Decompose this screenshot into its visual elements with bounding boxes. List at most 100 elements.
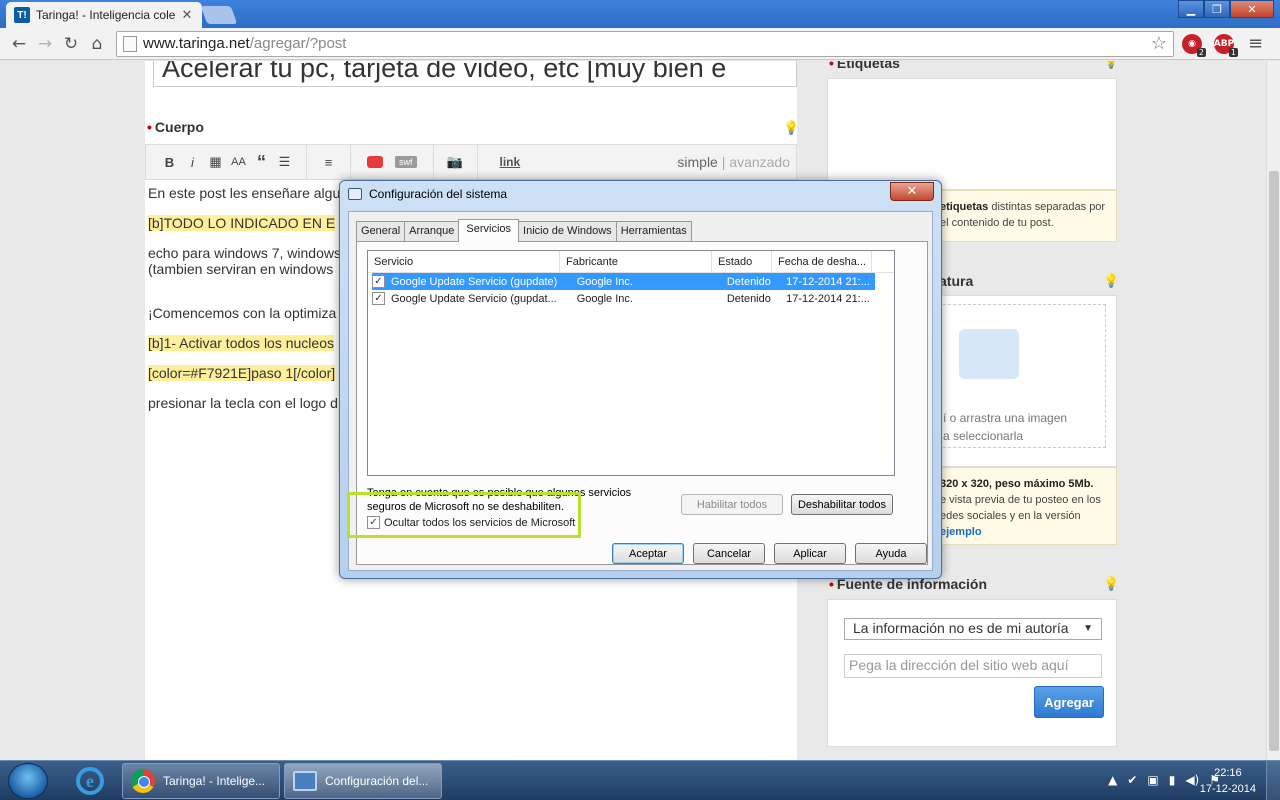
- dialog-close-button[interactable]: ✕: [890, 182, 934, 201]
- etiquetas-label: • Etiquetas: [829, 61, 900, 71]
- mode-advanced[interactable]: avanzado: [729, 154, 790, 170]
- clock-time: 22:16: [1214, 767, 1242, 779]
- extension-red-icon[interactable]: ◉ 2: [1178, 31, 1206, 57]
- service-date: 17-12-2014 21:...: [786, 292, 870, 305]
- example-link[interactable]: ejemplo: [940, 526, 982, 538]
- services-header: Servicio Fabricante Estado Fecha de desh…: [368, 251, 894, 273]
- reload-icon[interactable]: ↻: [58, 31, 84, 57]
- internet-explorer-icon[interactable]: e: [62, 763, 118, 799]
- adblock-badge-count: 1: [1228, 47, 1238, 57]
- taringa-favicon-icon: T!: [14, 7, 30, 23]
- service-row[interactable]: ✓ Google Update Servicio (gupdate) Googl…: [372, 273, 875, 290]
- service-checkbox[interactable]: ✓: [372, 275, 385, 288]
- new-tab-button[interactable]: [200, 6, 238, 24]
- agregar-button[interactable]: Agregar: [1034, 686, 1104, 718]
- camera-icon[interactable]: 📷: [444, 154, 467, 170]
- window-close-button[interactable]: ✕: [1230, 0, 1274, 18]
- aplicar-button[interactable]: Aplicar: [774, 543, 846, 564]
- toolbar-divider: [350, 144, 351, 180]
- service-row[interactable]: ✓ Google Update Servicio (gupdat... Goog…: [372, 290, 875, 307]
- minimize-button[interactable]: ▁: [1178, 0, 1204, 18]
- align-icon[interactable]: ≡: [317, 155, 340, 170]
- service-checkbox[interactable]: ✓: [372, 292, 385, 305]
- column-estado[interactable]: Estado: [712, 251, 772, 272]
- editor-mode-toggle[interactable]: simple | avanzado: [677, 154, 790, 170]
- network-icon[interactable]: ▮: [1169, 773, 1176, 787]
- service-state: Detenido: [726, 275, 771, 288]
- service-name: Google Update Servicio (gupdate): [391, 275, 558, 288]
- ayuda-button[interactable]: Ayuda: [855, 543, 927, 564]
- tab-inicio-windows[interactable]: Inicio de Windows: [518, 221, 617, 241]
- tab-title: Taringa! - Inteligencia cole: [36, 8, 176, 22]
- tab-herramientas[interactable]: Herramientas: [615, 221, 692, 241]
- maximize-button[interactable]: ❐: [1204, 0, 1230, 18]
- etiquetas-input[interactable]: [827, 78, 1117, 190]
- bookmark-star-icon[interactable]: ☆: [1151, 33, 1167, 54]
- notification-icon[interactable]: ▲: [1108, 773, 1117, 787]
- fuente-hint-bulb-icon[interactable]: 💡: [1103, 577, 1119, 592]
- security-icon[interactable]: ✔: [1127, 773, 1137, 787]
- list-icon[interactable]: ☰: [273, 154, 296, 170]
- column-servicio[interactable]: Servicio: [368, 251, 560, 272]
- post-title-input[interactable]: Acelerar tu pc, tarjeta de video, etc [m…: [153, 61, 797, 87]
- disable-all-button[interactable]: Deshabilitar todos: [791, 494, 893, 515]
- show-desktop-button[interactable]: [1266, 761, 1280, 800]
- miniatura-hint-bulb-icon[interactable]: 💡: [1103, 274, 1119, 289]
- msconfig-icon: [348, 188, 362, 200]
- taskbar-msconfig-task[interactable]: Configuración del...: [284, 763, 442, 799]
- link-button[interactable]: link: [500, 155, 521, 169]
- dialog-tabs: General Arranque Servicios Inicio de Win…: [356, 219, 692, 242]
- cuerpo-hint-bulb-icon[interactable]: 💡: [783, 121, 799, 136]
- forward-icon[interactable]: →: [32, 31, 58, 57]
- device-icon[interactable]: ▣: [1147, 773, 1158, 787]
- tab-close-icon[interactable]: ✕: [180, 7, 194, 23]
- chrome-menu-icon[interactable]: ≡: [1248, 33, 1263, 54]
- youtube-icon[interactable]: [367, 156, 383, 168]
- volume-icon[interactable]: ◀): [1185, 773, 1199, 787]
- fuente-box: La información no es de mi autoría ▼ Pega…: [827, 599, 1117, 747]
- cuerpo-label: • Cuerpo: [147, 119, 204, 135]
- url-path: /agregar/?post: [249, 35, 347, 52]
- swf-button[interactable]: swf: [395, 156, 417, 168]
- tab-general[interactable]: General: [356, 221, 406, 241]
- source-url-input[interactable]: Pega la dirección del sitio web aquí: [844, 654, 1102, 678]
- column-fecha[interactable]: Fecha de desha...: [772, 251, 872, 272]
- window-controls: ▁ ❐ ✕: [1178, 0, 1274, 18]
- tab-arranque[interactable]: Arranque: [404, 221, 460, 241]
- taskbar-clock[interactable]: 22:16 17-12-2014: [1200, 765, 1256, 797]
- font-size-button[interactable]: AA: [227, 156, 250, 168]
- services-list[interactable]: Servicio Fabricante Estado Fecha de desh…: [367, 250, 895, 476]
- column-fabricante[interactable]: Fabricante: [560, 251, 712, 272]
- italic-button[interactable]: i: [181, 155, 204, 170]
- mode-simple[interactable]: simple: [677, 154, 717, 170]
- start-button[interactable]: [8, 763, 48, 799]
- page-scrollbar[interactable]: [1266, 61, 1280, 760]
- dropdown-arrow-icon: ▼: [1083, 623, 1093, 634]
- browser-tab[interactable]: T! Taringa! - Inteligencia cole ✕: [6, 2, 202, 28]
- address-bar[interactable]: www.taringa.net /agregar/?post ☆: [116, 30, 1174, 57]
- aceptar-button[interactable]: Aceptar: [612, 543, 684, 564]
- url-host: www.taringa.net: [143, 35, 250, 52]
- etiquetas-hint-bulb-icon[interactable]: 💡: [1103, 61, 1119, 70]
- scroll-thumb[interactable]: [1269, 171, 1279, 751]
- extension-badge-count: 2: [1196, 47, 1206, 57]
- toolbar-divider: [432, 144, 434, 180]
- miniatura-label: atura: [939, 273, 974, 289]
- adblock-plus-icon[interactable]: ABP 1: [1210, 31, 1238, 57]
- fuente-select[interactable]: La información no es de mi autoría ▼: [844, 618, 1102, 640]
- color-palette-icon[interactable]: ▦: [204, 154, 227, 170]
- browser-toolbar: ← → ↻ ⌂ www.taringa.net /agregar/?post ☆…: [0, 28, 1280, 60]
- quote-button[interactable]: “: [250, 152, 273, 173]
- clock-date: 17-12-2014: [1199, 783, 1256, 795]
- cancelar-button[interactable]: Cancelar: [693, 543, 765, 564]
- taskbar-chrome-task[interactable]: Taringa! - Intelige...: [122, 763, 280, 799]
- home-icon[interactable]: ⌂: [84, 31, 110, 57]
- toolbar-divider: [306, 144, 307, 180]
- toolbar-divider: [476, 144, 478, 180]
- back-icon[interactable]: ←: [6, 31, 32, 57]
- upload-instructions: í o arrastra una imagen a seleccionarla: [943, 411, 1068, 443]
- tab-servicios[interactable]: Servicios: [458, 219, 520, 242]
- bold-button[interactable]: B: [158, 155, 181, 170]
- service-date: 17-12-2014 21:...: [786, 275, 870, 288]
- enable-all-button[interactable]: Habilitar todos: [681, 494, 783, 515]
